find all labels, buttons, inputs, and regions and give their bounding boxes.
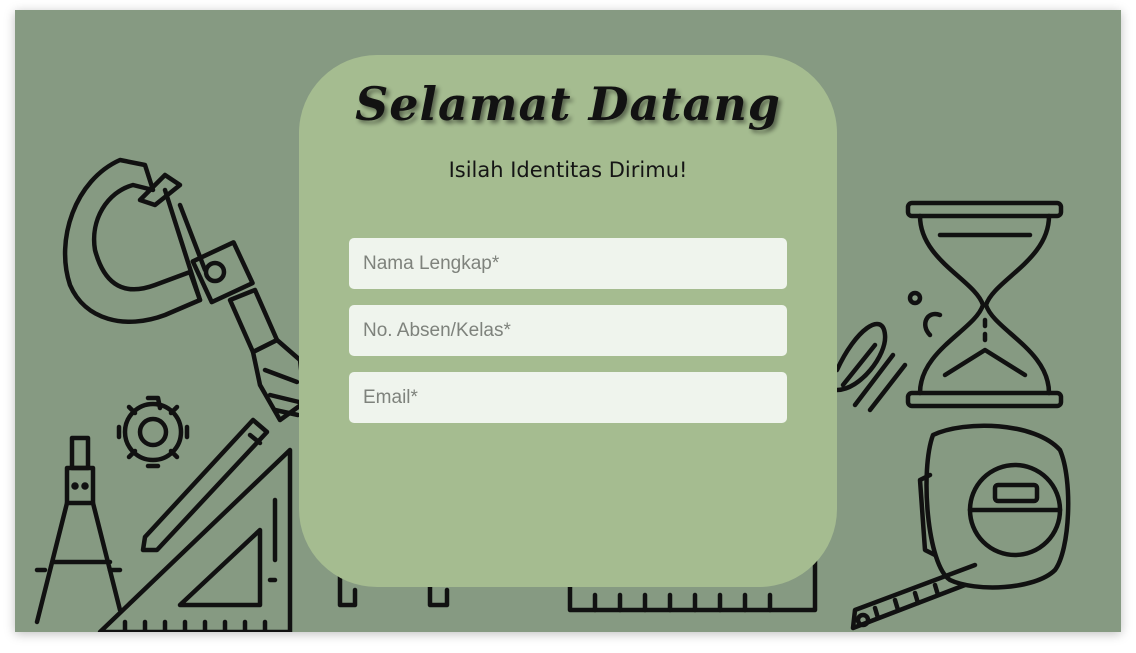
page-subtitle: Isilah Identitas Dirimu! [448, 158, 688, 182]
full-name-field[interactable] [349, 238, 787, 289]
tape-measure-icon [850, 423, 1071, 631]
gear-icon [116, 395, 190, 469]
drafting-compass-icon [34, 435, 123, 625]
set-square-icon [97, 447, 293, 632]
micrometer-icon [62, 157, 308, 423]
page-frame: Selamat Datang Isilah Identitas Dirimu! [15, 10, 1121, 632]
welcome-card: Selamat Datang Isilah Identitas Dirimu! [299, 55, 837, 587]
hourglass-icon [905, 200, 1064, 409]
page-title: Selamat Datang [355, 77, 781, 131]
absen-class-field[interactable] [349, 305, 787, 356]
email-field[interactable] [349, 372, 787, 423]
